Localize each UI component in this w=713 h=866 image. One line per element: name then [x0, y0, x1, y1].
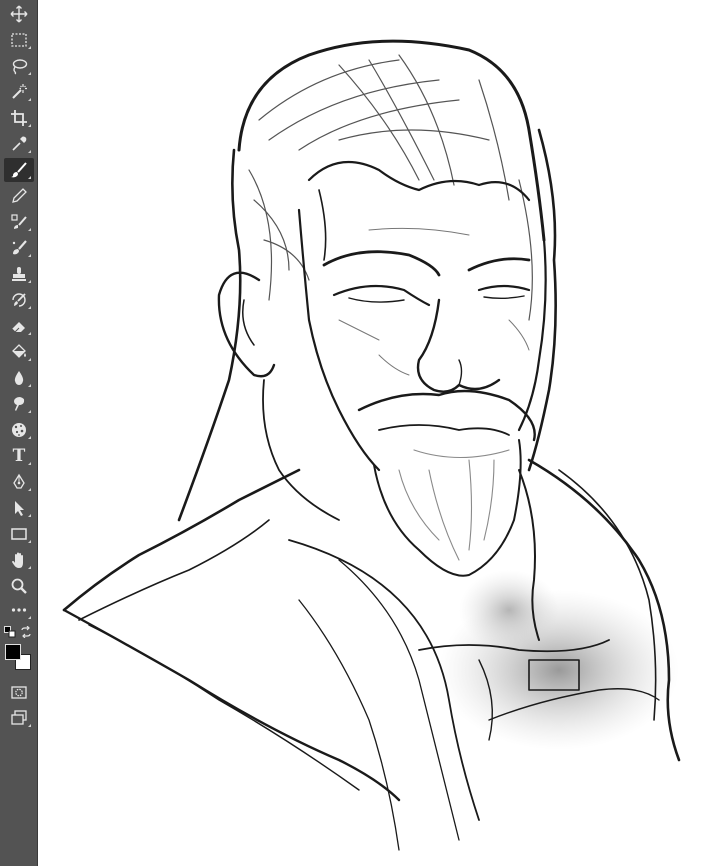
move-tool[interactable] — [4, 2, 34, 26]
submenu-indicator — [28, 150, 31, 153]
smudge-tool[interactable] — [4, 392, 34, 416]
submenu-indicator — [28, 566, 31, 569]
history-brush-icon — [12, 293, 26, 307]
submenu-indicator — [28, 46, 31, 49]
submenu-indicator — [28, 616, 31, 619]
submenu-indicator — [28, 410, 31, 413]
screen-mode-button[interactable] — [4, 706, 34, 730]
sponge-icon — [12, 423, 26, 437]
swap-colors-icon[interactable] — [20, 626, 32, 638]
rect-marquee-icon — [11, 33, 27, 47]
paint-bucket-tool[interactable] — [4, 340, 34, 364]
history-brush-tool[interactable] — [4, 288, 34, 312]
lasso-icon — [12, 59, 28, 75]
foreground-color-swatch[interactable] — [5, 644, 21, 660]
magic-wand-icon — [12, 84, 27, 99]
submenu-indicator — [28, 280, 31, 283]
submenu-indicator — [28, 176, 31, 179]
pen-tool[interactable] — [4, 470, 34, 494]
mixer-brush-tool[interactable] — [4, 236, 34, 260]
eraser-icon — [11, 322, 25, 333]
paint-bucket-icon — [12, 344, 26, 358]
submenu-indicator — [28, 488, 31, 491]
path-selection-tool[interactable] — [4, 496, 34, 520]
submenu-indicator — [28, 514, 31, 517]
submenu-indicator — [28, 228, 31, 231]
zoom-tool[interactable] — [4, 574, 34, 598]
eyedropper-icon — [12, 136, 27, 151]
eraser-tool[interactable] — [4, 314, 34, 338]
document-canvas[interactable] — [39, 0, 713, 866]
pen-icon — [13, 473, 25, 489]
type-tool[interactable]: T — [4, 444, 34, 468]
submenu-indicator — [28, 254, 31, 257]
submenu-indicator — [28, 540, 31, 543]
type-icon: T — [12, 446, 26, 466]
eyedropper-tool[interactable] — [4, 132, 34, 156]
move-icon — [10, 5, 28, 23]
hand-tool[interactable] — [4, 548, 34, 572]
lasso-tool[interactable] — [4, 54, 34, 78]
screen-mode-icon — [11, 710, 27, 725]
submenu-indicator — [28, 436, 31, 439]
smudge-icon — [14, 397, 25, 411]
stamp-icon — [12, 267, 26, 281]
sketch-artwork — [62, 39, 681, 851]
marquee-tool[interactable] — [4, 28, 34, 52]
arrow-icon — [15, 501, 24, 516]
pencil-tool[interactable] — [4, 184, 34, 208]
brush-icon — [11, 162, 27, 178]
submenu-indicator — [28, 124, 31, 127]
mixer-brush-icon — [12, 240, 27, 255]
ellipsis-icon — [11, 608, 27, 612]
submenu-indicator — [28, 358, 31, 361]
hand-icon — [12, 552, 23, 568]
quick-mask-icon — [11, 686, 27, 699]
clone-stamp-icon — [11, 214, 27, 229]
quick-mask-button[interactable] — [4, 680, 34, 704]
submenu-indicator — [28, 332, 31, 335]
color-swatches — [4, 626, 34, 678]
tools-panel: T — [0, 0, 38, 866]
rectangle-tool[interactable] — [4, 522, 34, 546]
submenu-indicator — [28, 98, 31, 101]
zoom-icon — [11, 578, 27, 594]
drop-icon — [14, 371, 24, 385]
crop-icon — [11, 110, 27, 126]
stamp-tool[interactable] — [4, 262, 34, 286]
brush-tool[interactable] — [4, 158, 34, 182]
crop-tool[interactable] — [4, 106, 34, 130]
submenu-indicator — [28, 306, 31, 309]
more-tools[interactable] — [4, 598, 34, 622]
default-colors-icon[interactable] — [4, 626, 16, 638]
pencil-icon — [12, 188, 27, 203]
clone-stamp-tool[interactable] — [4, 210, 34, 234]
blur-tool[interactable] — [4, 366, 34, 390]
sponge-tool[interactable] — [4, 418, 34, 442]
submenu-indicator — [28, 72, 31, 75]
magic-wand-tool[interactable] — [4, 80, 34, 104]
rectangle-icon — [11, 528, 27, 540]
submenu-indicator — [28, 724, 31, 727]
submenu-indicator — [28, 462, 31, 465]
submenu-indicator — [28, 384, 31, 387]
